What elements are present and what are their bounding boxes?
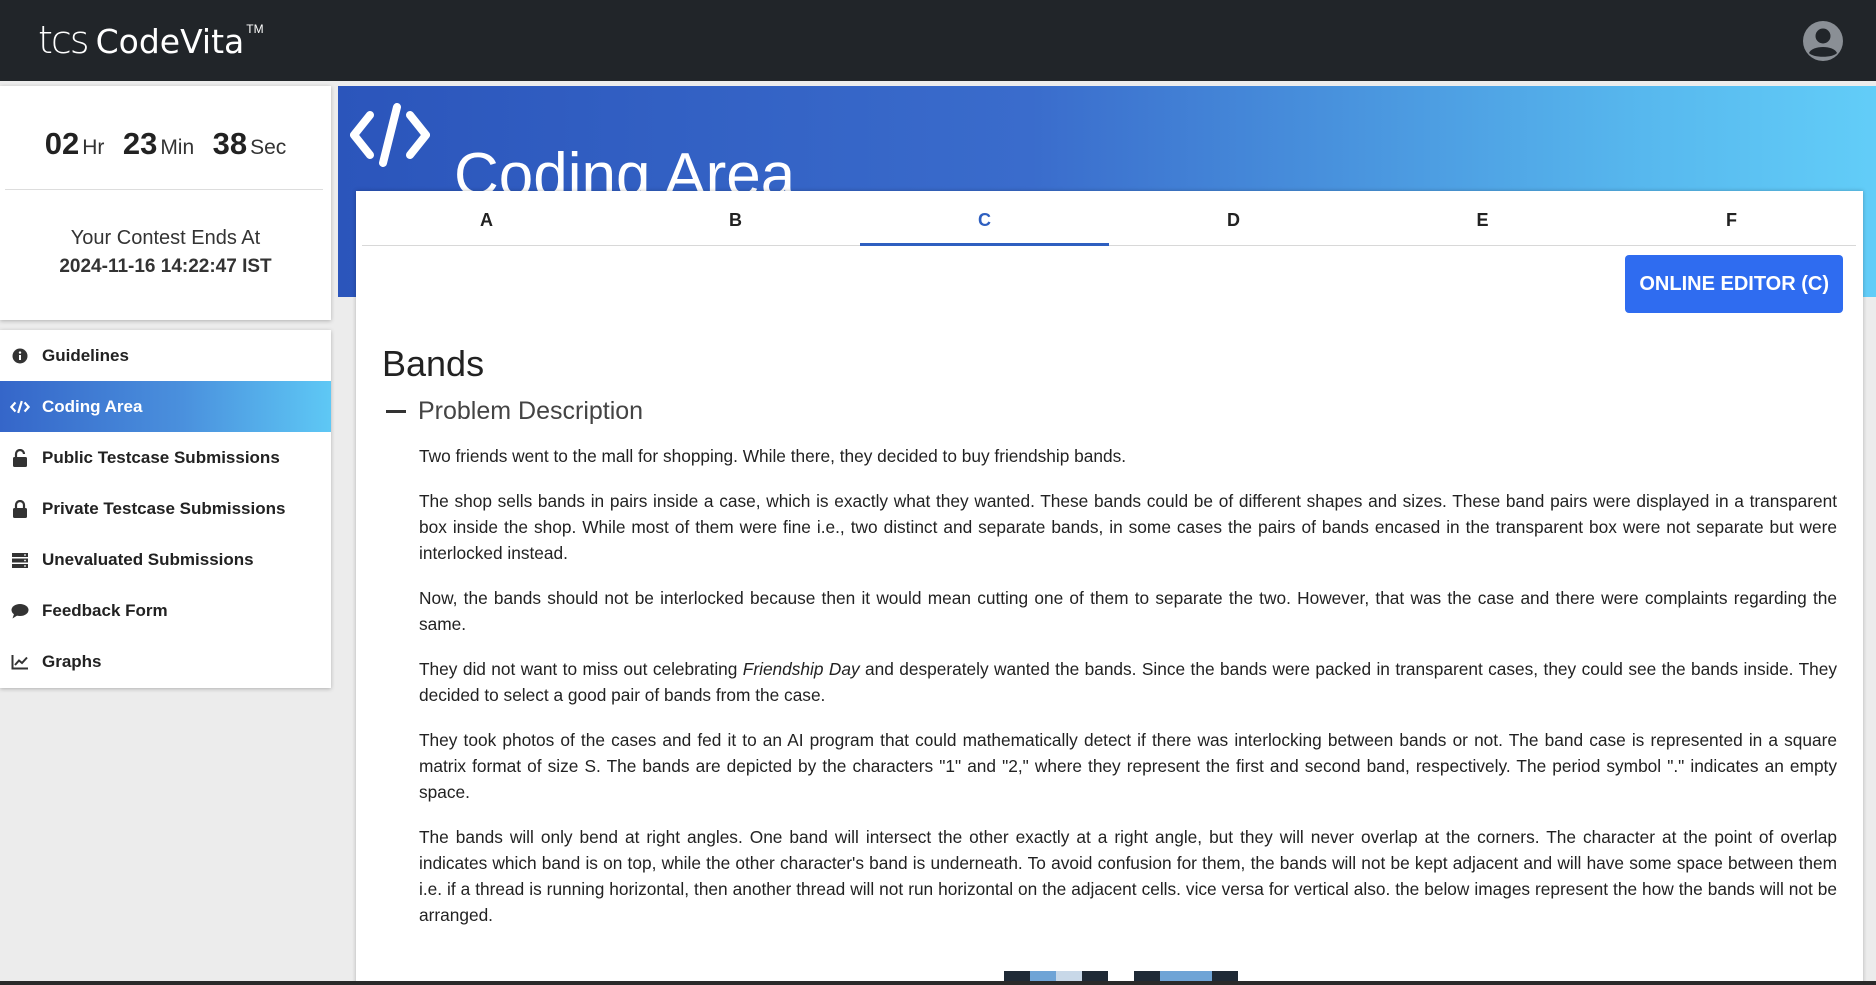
unlock-icon — [10, 448, 30, 467]
timer-minutes: 23 — [122, 126, 158, 161]
description-paragraph: Now, the bands should not be interlocked… — [419, 588, 1837, 634]
online-editor-button[interactable]: ONLINE EDITOR (C) — [1625, 255, 1843, 313]
problem-description-toggle[interactable]: Problem Description — [386, 397, 643, 426]
sidebar-item-unevaluated-submissions[interactable]: Unevaluated Submissions — [0, 534, 331, 585]
sidebar-item-label: Graphs — [42, 651, 102, 671]
code-icon — [350, 103, 430, 167]
problem-title: Bands — [382, 343, 485, 384]
tab-b[interactable]: B — [611, 191, 860, 245]
problem-tabs: A B C D E F — [362, 191, 1856, 246]
description-paragraph: The shop sells bands in pairs inside a c… — [419, 491, 1837, 563]
codevita-logo[interactable]: tcs CodeVita TM — [38, 18, 264, 66]
sidebar-item-public-testcase-submissions[interactable]: Public Testcase Submissions — [0, 432, 331, 483]
code-icon — [10, 398, 30, 416]
timer-seconds-unit: Sec — [250, 136, 287, 159]
contest-timer-panel: 02 Hr 23 Min 38 Sec Your Contest Ends At 20… — [0, 86, 331, 320]
logo-brand-text: CodeVita — [95, 22, 245, 61]
description-paragraph: The bands will only bend at right angles… — [419, 827, 1837, 925]
sidebar-item-label: Guidelines — [42, 345, 129, 365]
tab-e[interactable]: E — [1358, 191, 1607, 245]
logo-trademark: TM — [246, 22, 264, 36]
tab-c[interactable]: C — [860, 191, 1109, 246]
sidebar-nav: Guidelines Coding Area Public Testcase S… — [0, 330, 331, 688]
problem-description-body: Two friends went to the mall for shoppin… — [419, 443, 1837, 947]
info-circle-icon — [10, 347, 30, 365]
sidebar-item-label: Private Testcase Submissions — [42, 498, 286, 518]
timer-hours: 02 — [44, 126, 80, 161]
sidebar-item-label: Coding Area — [42, 396, 143, 416]
timer-hours-unit: Hr — [82, 136, 105, 159]
timer-minutes-unit: Min — [160, 136, 195, 159]
sidebar-item-coding-area[interactable]: Coding Area — [0, 381, 331, 432]
user-profile-icon[interactable] — [1802, 20, 1844, 62]
tab-f[interactable]: F — [1607, 191, 1856, 245]
contest-ends-label: Your Contest Ends At — [70, 227, 261, 249]
paragraph-text: They did not want to miss out celebratin… — [419, 659, 743, 679]
server-icon — [10, 551, 30, 569]
lock-icon — [10, 499, 30, 518]
tab-a[interactable]: A — [362, 191, 611, 245]
description-paragraph: They did not want to miss out celebratin… — [419, 656, 1837, 708]
timer-divider — [5, 189, 323, 190]
window-bottom-edge — [0, 981, 1876, 985]
contest-ends-time: 2024-11-16 14:22:47 IST — [59, 256, 272, 277]
sidebar-item-private-testcase-submissions[interactable]: Private Testcase Submissions — [0, 483, 331, 534]
tab-d[interactable]: D — [1109, 191, 1358, 245]
collapse-minus-icon — [386, 410, 406, 413]
sidebar-item-guidelines[interactable]: Guidelines — [0, 330, 331, 381]
timer-seconds: 38 — [212, 126, 248, 161]
comment-icon — [10, 602, 30, 620]
sidebar-item-label: Unevaluated Submissions — [42, 549, 254, 569]
top-navbar: tcs CodeVita TM — [0, 0, 1876, 81]
problem-description-heading: Problem Description — [418, 397, 644, 425]
description-paragraph: They took photos of the cases and fed it… — [419, 730, 1837, 802]
problem-content-card: A B C D E F ONLINE EDITOR (C) Bands Prob… — [356, 191, 1863, 985]
description-paragraph: Two friends went to the mall for shoppin… — [419, 446, 1127, 466]
sidebar-item-label: Public Testcase Submissions — [42, 447, 280, 467]
sidebar-item-feedback-form[interactable]: Feedback Form — [0, 585, 331, 636]
friendship-day-emphasis: Friendship Day — [742, 659, 860, 679]
sidebar-item-graphs[interactable]: Graphs — [0, 636, 331, 687]
chart-line-icon — [10, 653, 30, 671]
sidebar-item-label: Feedback Form — [42, 600, 168, 620]
logo-tcs-text: tcs — [38, 18, 90, 62]
countdown-timer: 02 Hr 23 Min 38 Sec — [0, 126, 331, 162]
